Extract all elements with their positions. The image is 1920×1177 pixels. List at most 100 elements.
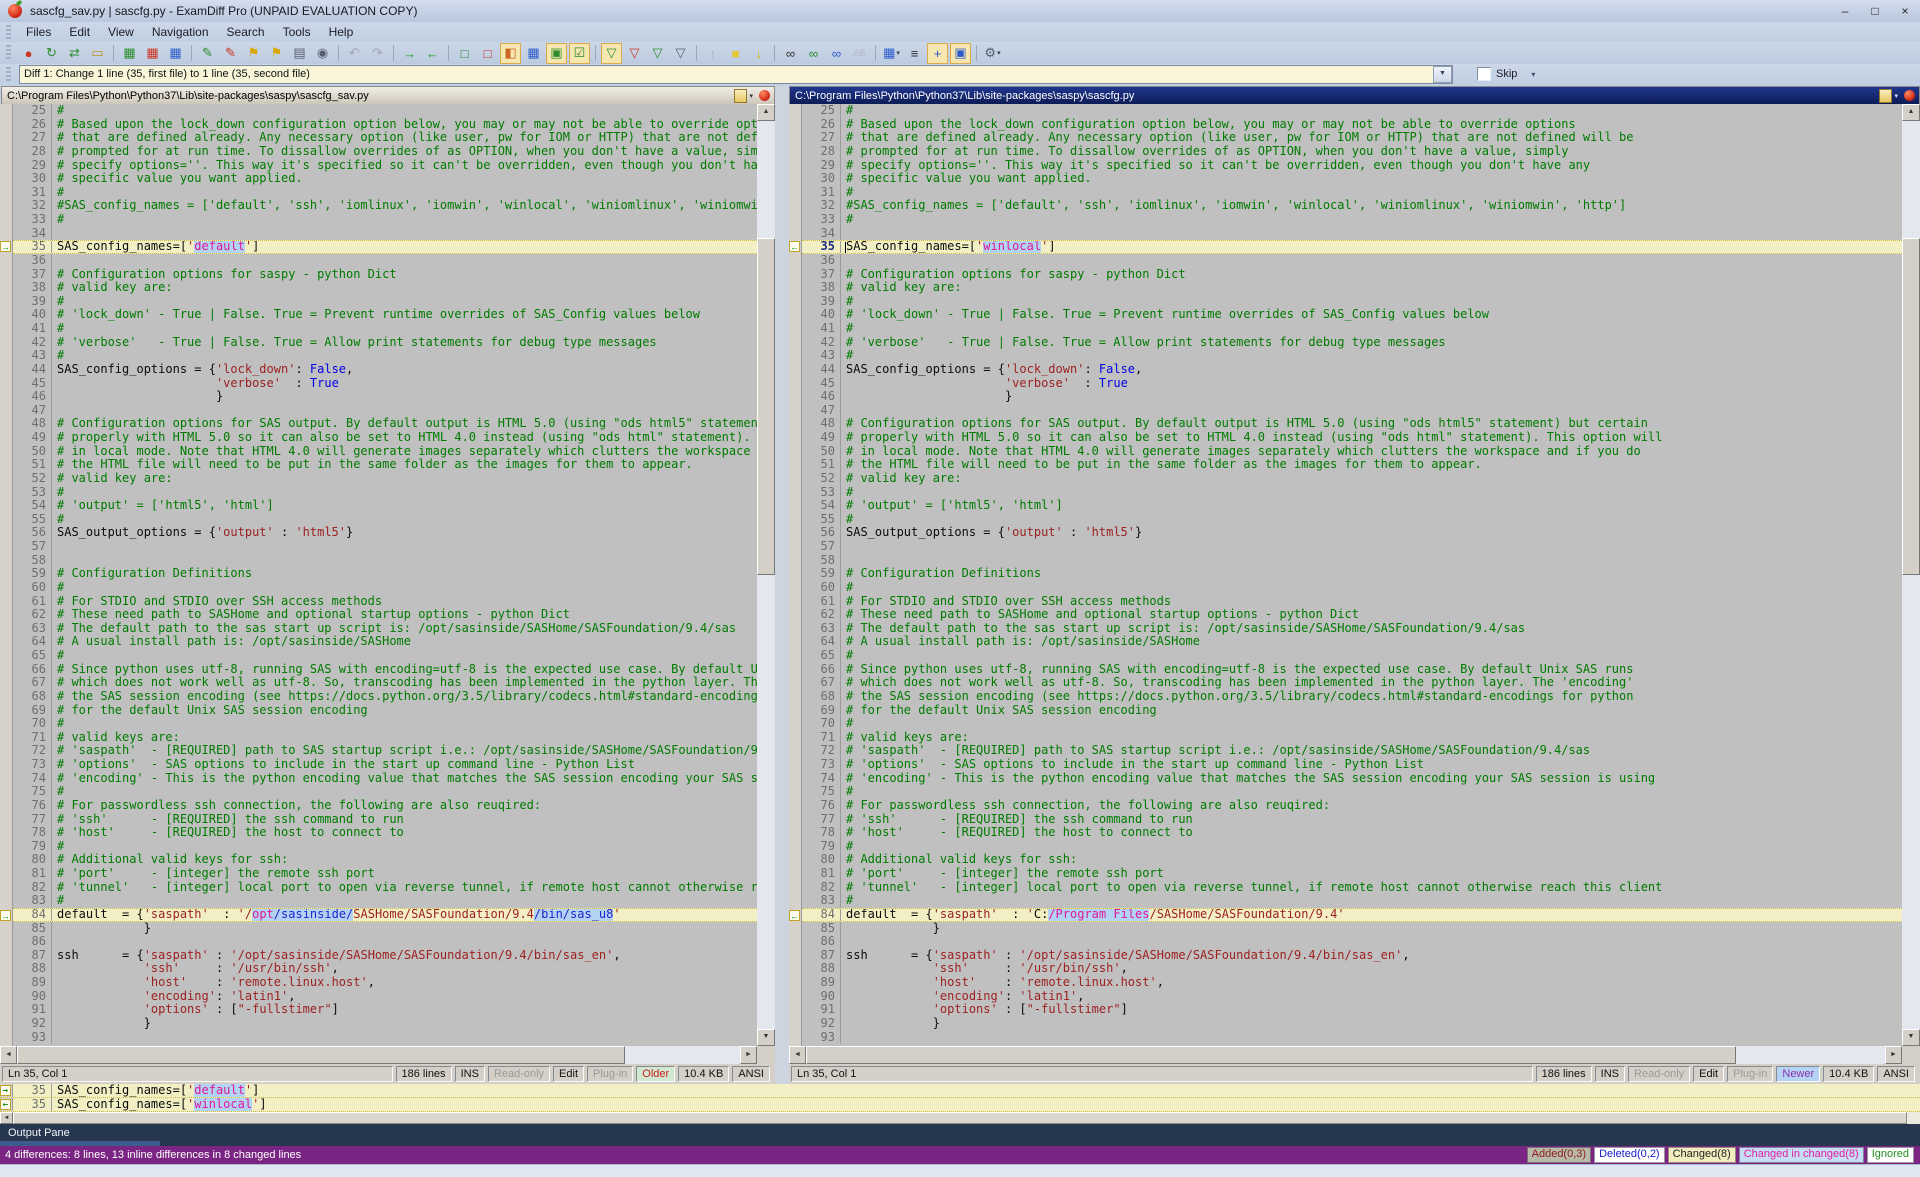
line-text[interactable]: # the SAS session encoding (see https://…: [841, 690, 1902, 704]
line-text[interactable]: #: [841, 186, 1902, 200]
left-horizontal-thumb[interactable]: [17, 1046, 625, 1064]
line-text[interactable]: #: [841, 840, 1902, 854]
show-checked-icon[interactable]: ☑: [569, 43, 590, 64]
code-line-38[interactable]: 38# valid key are:: [802, 281, 1902, 295]
code-line-79[interactable]: 79#: [13, 840, 757, 854]
line-text[interactable]: # 'saspath' - [REQUIRED] path to SAS sta…: [52, 744, 757, 758]
line-text[interactable]: 'ssh' : '/usr/bin/ssh',: [841, 962, 1902, 976]
left-file-icon[interactable]: [734, 89, 747, 103]
code-line-86[interactable]: 86: [13, 935, 757, 949]
line-text[interactable]: [841, 935, 1902, 949]
left-encoding[interactable]: ANSI: [732, 1066, 770, 1082]
code-line-88[interactable]: 88 'ssh' : '/usr/bin/ssh',: [13, 962, 757, 976]
line-text[interactable]: # for the default Unix SAS session encod…: [52, 704, 757, 718]
code-line-93[interactable]: 93: [802, 1031, 1902, 1045]
print-icon[interactable]: ▤: [289, 43, 310, 64]
code-line-71[interactable]: 71# valid keys are:: [802, 731, 1902, 745]
line-text[interactable]: # For passwordless ssh connection, the f…: [52, 799, 757, 813]
line-text[interactable]: # 'lock_down' - True | False. True = Pre…: [841, 308, 1902, 322]
code-line-73[interactable]: 73# 'options' - SAS options to include i…: [13, 758, 757, 772]
diff-pane-scroll-thumb[interactable]: [13, 1112, 1907, 1124]
panel-splitter[interactable]: [775, 86, 789, 1084]
code-line-50[interactable]: 50# in local mode. Note that HTML 4.0 wi…: [802, 445, 1902, 459]
close-button[interactable]: ×: [1890, 1, 1920, 21]
code-line-56[interactable]: 56SAS_output_options = {'output' : 'html…: [802, 526, 1902, 540]
undo-icon[interactable]: ↶: [344, 43, 365, 64]
left-header-app-icon[interactable]: [759, 90, 770, 101]
line-text[interactable]: }: [841, 1017, 1902, 1031]
line-text[interactable]: # These need path to SASHome and optiona…: [841, 608, 1902, 622]
recompare-icon[interactable]: ↻: [41, 43, 62, 64]
line-text[interactable]: #: [841, 213, 1902, 227]
line-text[interactable]: [52, 554, 757, 568]
code-line-89[interactable]: 89 'host' : 'remote.linux.host',: [802, 976, 1902, 990]
code-line-40[interactable]: 40# 'lock_down' - True | False. True = P…: [13, 308, 757, 322]
code-line-49[interactable]: 49# properly with HTML 5.0 so it can als…: [802, 431, 1902, 445]
line-text[interactable]: }: [841, 922, 1902, 936]
status-badge[interactable]: Changed in changed(8): [1739, 1147, 1864, 1163]
line-text[interactable]: # which does not work well as utf-8. So,…: [52, 676, 757, 690]
code-line-75[interactable]: 75#: [13, 785, 757, 799]
code-line-31[interactable]: 31#: [802, 186, 1902, 200]
line-text[interactable]: # 'ssh' - [REQUIRED] the ssh command to …: [52, 813, 757, 827]
right-file-header[interactable]: C:\Program Files\Python\Python37\Lib\sit…: [789, 86, 1920, 105]
right-horizontal-thumb[interactable]: [806, 1046, 1736, 1064]
skip-checkbox[interactable]: [1477, 67, 1491, 81]
right-vertical-scrollbar[interactable]: ▲ ▼: [1902, 104, 1920, 1046]
diff-dropdown-arrow-icon[interactable]: ▼: [1433, 66, 1452, 83]
menu-item-help[interactable]: Help: [320, 23, 363, 41]
left-file-header[interactable]: C:\Program Files\Python\Python37\Lib\sit…: [1, 86, 775, 105]
line-text[interactable]: #: [52, 649, 757, 663]
line-text[interactable]: 'encoding': 'latin1',: [52, 990, 757, 1004]
compare-icon[interactable]: ●: [18, 43, 39, 64]
toolbar-grip[interactable]: [6, 45, 11, 60]
code-line-41[interactable]: 41#: [802, 322, 1902, 336]
left-edit-indicator[interactable]: Edit: [553, 1066, 584, 1082]
menu-grip[interactable]: [6, 25, 11, 39]
line-text[interactable]: default = {'saspath' : 'C:/Program Files…: [841, 909, 1902, 921]
code-line-40[interactable]: 40# 'lock_down' - True | False. True = P…: [802, 308, 1902, 322]
code-line-58[interactable]: 58: [13, 554, 757, 568]
line-text[interactable]: #: [841, 717, 1902, 731]
line-text[interactable]: # For STDIO and STDIO over SSH access me…: [52, 595, 757, 609]
line-text[interactable]: [52, 935, 757, 949]
line-text[interactable]: # Additional valid keys for ssh:: [52, 853, 757, 867]
left-scroll-left-icon[interactable]: ◄: [0, 1046, 17, 1064]
code-line-37[interactable]: 37# Configuration options for saspy - py…: [13, 268, 757, 282]
plugins-icon[interactable]: +: [927, 43, 948, 64]
line-text[interactable]: # Configuration options for SAS output. …: [52, 417, 757, 431]
examdiff-app-icon[interactable]: [8, 4, 22, 18]
line-text[interactable]: #: [52, 840, 757, 854]
code-line-69[interactable]: 69# for the default Unix SAS session enc…: [802, 704, 1902, 718]
code-line-70[interactable]: 70#: [13, 717, 757, 731]
line-text[interactable]: 'encoding': 'latin1',: [841, 990, 1902, 1004]
line-text[interactable]: #: [52, 785, 757, 799]
show-changed-icon[interactable]: ◧: [500, 43, 521, 64]
maximize-button[interactable]: □: [1860, 1, 1890, 21]
code-line-58[interactable]: 58: [802, 554, 1902, 568]
code-line-88[interactable]: 88 'ssh' : '/usr/bin/ssh',: [802, 962, 1902, 976]
line-text[interactable]: # The default path to the sas start up s…: [841, 622, 1902, 636]
right-scroll-left-icon[interactable]: ◄: [789, 1046, 806, 1064]
save-both-icon[interactable]: ▦: [165, 43, 186, 64]
open-session-icon[interactable]: ▭: [87, 43, 108, 64]
line-text[interactable]: # 'tunnel' - [integer] local port to ope…: [52, 881, 757, 895]
code-line-80[interactable]: 80# Additional valid keys for ssh:: [13, 853, 757, 867]
filter-changed-icon[interactable]: ▽: [647, 43, 668, 64]
code-line-55[interactable]: 55#: [13, 513, 757, 527]
left-horizontal-scrollbar[interactable]: ◄ ►: [0, 1046, 757, 1064]
line-text[interactable]: # 'tunnel' - [integer] local port to ope…: [841, 881, 1902, 895]
line-text[interactable]: #: [52, 581, 757, 595]
right-edit-indicator[interactable]: Edit: [1693, 1066, 1724, 1082]
line-text[interactable]: #: [52, 349, 757, 363]
line-text[interactable]: # 'verbose' - True | False. True = Allow…: [841, 336, 1902, 350]
line-text[interactable]: #: [841, 104, 1902, 118]
code-line-42[interactable]: 42# 'verbose' - True | False. True = All…: [802, 336, 1902, 350]
copy-to-left-marker-icon[interactable]: ←: [789, 910, 800, 921]
line-text[interactable]: SAS_output_options = {'output' : 'html5'…: [841, 526, 1902, 540]
code-line-85[interactable]: 85 }: [802, 922, 1902, 936]
line-text[interactable]: #: [52, 295, 757, 309]
code-line-86[interactable]: 86: [802, 935, 1902, 949]
line-text[interactable]: # 'lock_down' - True | False. True = Pre…: [52, 308, 757, 322]
code-line-61[interactable]: 61# For STDIO and STDIO over SSH access …: [13, 595, 757, 609]
